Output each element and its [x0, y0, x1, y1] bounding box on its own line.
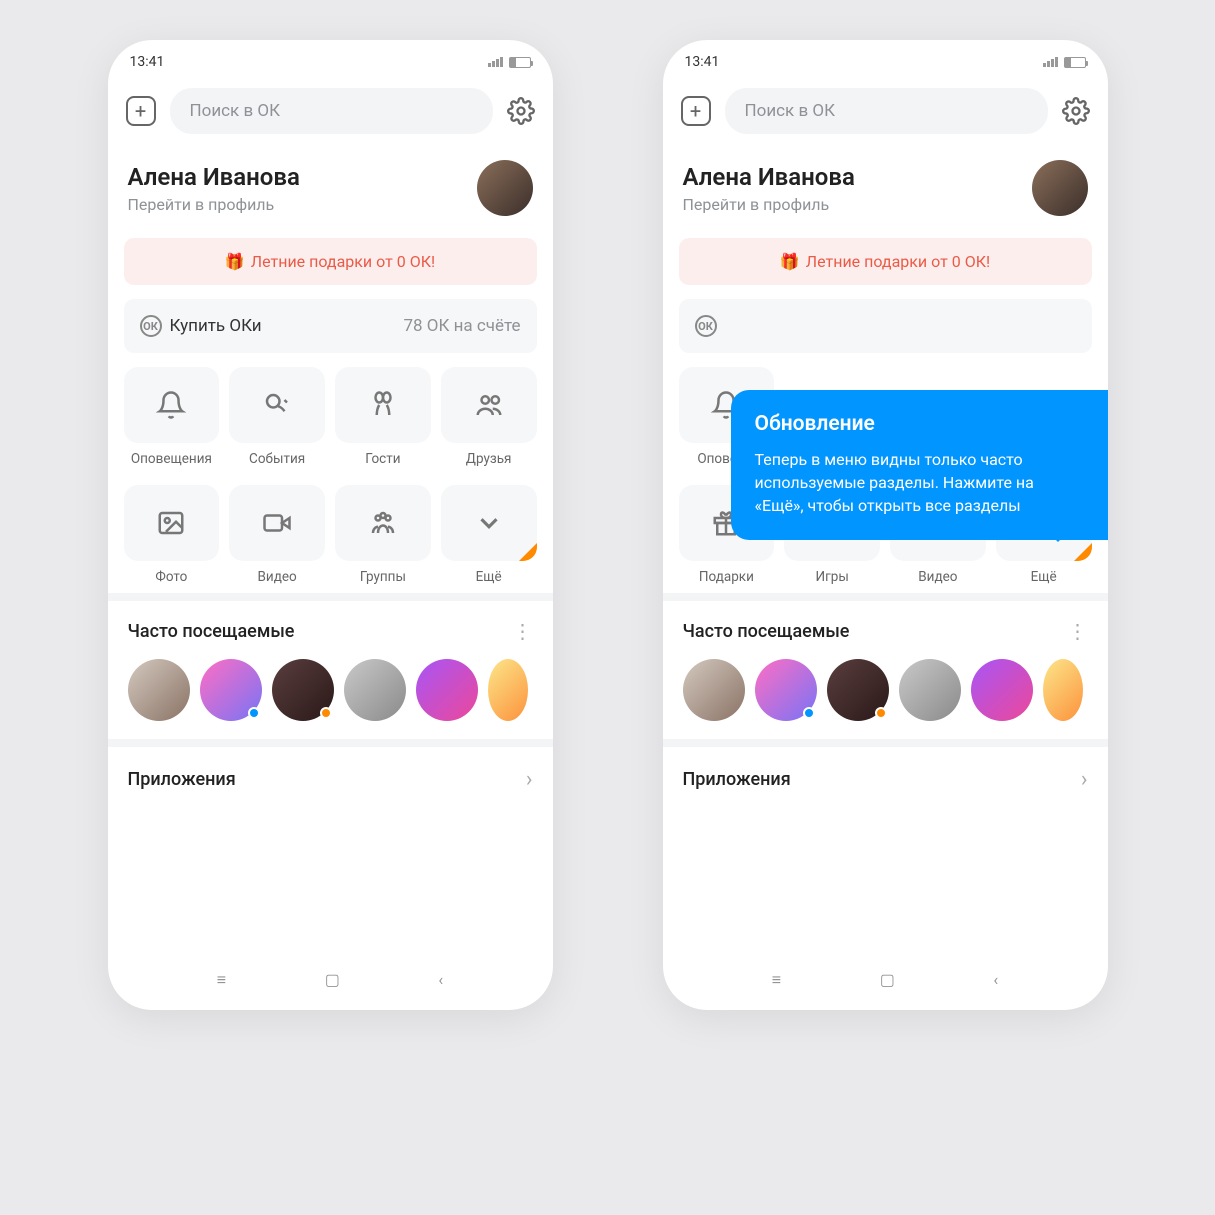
friend-avatar[interactable] [488, 659, 528, 721]
gear-icon[interactable] [1062, 97, 1090, 125]
tooltip-title: Обновление [755, 412, 1084, 436]
frequent-section: Часто посещаемые ⋮ [108, 593, 553, 739]
nav-home-icon[interactable]: ▢ [325, 970, 340, 990]
gift-icon: 🎁 [780, 252, 800, 271]
avatar[interactable] [477, 160, 533, 216]
ok-buy-label: Купить ОКи [170, 316, 262, 336]
tile-events[interactable] [229, 367, 325, 443]
promo-banner[interactable]: 🎁Летние подарки от 0 ОК! [124, 238, 537, 285]
more-dots-icon[interactable]: ⋮ [1068, 619, 1088, 643]
status-bar: 13:41 [108, 40, 553, 78]
promo-banner[interactable]: 🎁Летние подарки от 0 ОК! [679, 238, 1092, 285]
tile-video[interactable] [229, 485, 325, 561]
profile-header[interactable]: Алена Иванова Перейти в профиль [108, 144, 553, 224]
status-bar: 13:41 [663, 40, 1108, 78]
menu-grid: Оповещения События Гости Друзья Фото Вид… [108, 367, 553, 593]
chevron-right-icon: › [526, 767, 533, 792]
navbar: ≡ ▢ ‹ [663, 946, 1108, 1010]
ok-balance-row[interactable]: ОК Купить ОКи 78 ОК на счёте [124, 299, 537, 353]
friend-avatar[interactable] [416, 659, 478, 721]
status-time: 13:41 [685, 54, 720, 70]
friend-avatar[interactable] [1043, 659, 1083, 721]
friend-avatar[interactable] [128, 659, 190, 721]
phone-screen-b: 13:41 + Поиск в ОК Алена Иванова Перейти… [663, 40, 1108, 1010]
battery-icon [1064, 57, 1086, 68]
chevron-right-icon: › [1081, 767, 1088, 792]
status-time: 13:41 [130, 54, 165, 70]
ok-balance: 78 ОК на счёте [403, 316, 520, 336]
apps-section[interactable]: Приложения › [663, 739, 1108, 812]
friend-avatar[interactable] [899, 659, 961, 721]
apps-title: Приложения [128, 769, 236, 790]
tile-photo[interactable] [124, 485, 220, 561]
friend-avatar[interactable] [344, 659, 406, 721]
tile-guests[interactable] [335, 367, 431, 443]
search-input[interactable]: Поиск в ОК [170, 88, 493, 134]
tile-more[interactable] [441, 485, 537, 561]
friend-avatar[interactable] [755, 659, 817, 721]
ok-balance-row[interactable]: ОК [679, 299, 1092, 353]
signal-icon [1043, 57, 1058, 67]
tile-friends[interactable] [441, 367, 537, 443]
update-tooltip[interactable]: Обновление Теперь в меню видны только ча… [731, 390, 1108, 540]
friend-avatar[interactable] [827, 659, 889, 721]
friend-avatar[interactable] [200, 659, 262, 721]
profile-name: Алена Иванова [683, 163, 855, 191]
profile-name: Алена Иванова [128, 163, 300, 191]
frequent-title: Часто посещаемые [683, 621, 850, 642]
nav-menu-icon[interactable]: ≡ [772, 970, 781, 990]
ok-currency-icon: ОК [695, 315, 717, 337]
battery-icon [509, 57, 531, 68]
avatar[interactable] [1032, 160, 1088, 216]
tile-notifications[interactable] [124, 367, 220, 443]
profile-header[interactable]: Алена Иванова Перейти в профиль [663, 144, 1108, 224]
tile-groups[interactable] [335, 485, 431, 561]
gift-icon: 🎁 [225, 252, 245, 271]
add-button[interactable]: + [681, 96, 711, 126]
nav-back-icon[interactable]: ‹ [438, 970, 443, 990]
frequent-title: Часто посещаемые [128, 621, 295, 642]
gear-icon[interactable] [507, 97, 535, 125]
frequent-section: Часто посещаемые ⋮ [663, 593, 1108, 739]
profile-sub: Перейти в профиль [683, 195, 855, 214]
phone-screen-a: 13:41 + Поиск в ОК Алена Иванова Перейти… [108, 40, 553, 1010]
profile-sub: Перейти в профиль [128, 195, 300, 214]
friend-avatar[interactable] [683, 659, 745, 721]
add-button[interactable]: + [126, 96, 156, 126]
nav-menu-icon[interactable]: ≡ [217, 970, 226, 990]
nav-back-icon[interactable]: ‹ [993, 970, 998, 990]
friend-avatar[interactable] [272, 659, 334, 721]
apps-section[interactable]: Приложения › [108, 739, 553, 812]
navbar: ≡ ▢ ‹ [108, 946, 553, 1010]
ok-currency-icon: ОК [140, 315, 162, 337]
friend-avatar[interactable] [971, 659, 1033, 721]
signal-icon [488, 57, 503, 67]
apps-title: Приложения [683, 769, 791, 790]
more-dots-icon[interactable]: ⋮ [513, 619, 533, 643]
tooltip-body: Теперь в меню видны только часто использ… [755, 448, 1084, 518]
search-input[interactable]: Поиск в ОК [725, 88, 1048, 134]
nav-home-icon[interactable]: ▢ [880, 970, 895, 990]
